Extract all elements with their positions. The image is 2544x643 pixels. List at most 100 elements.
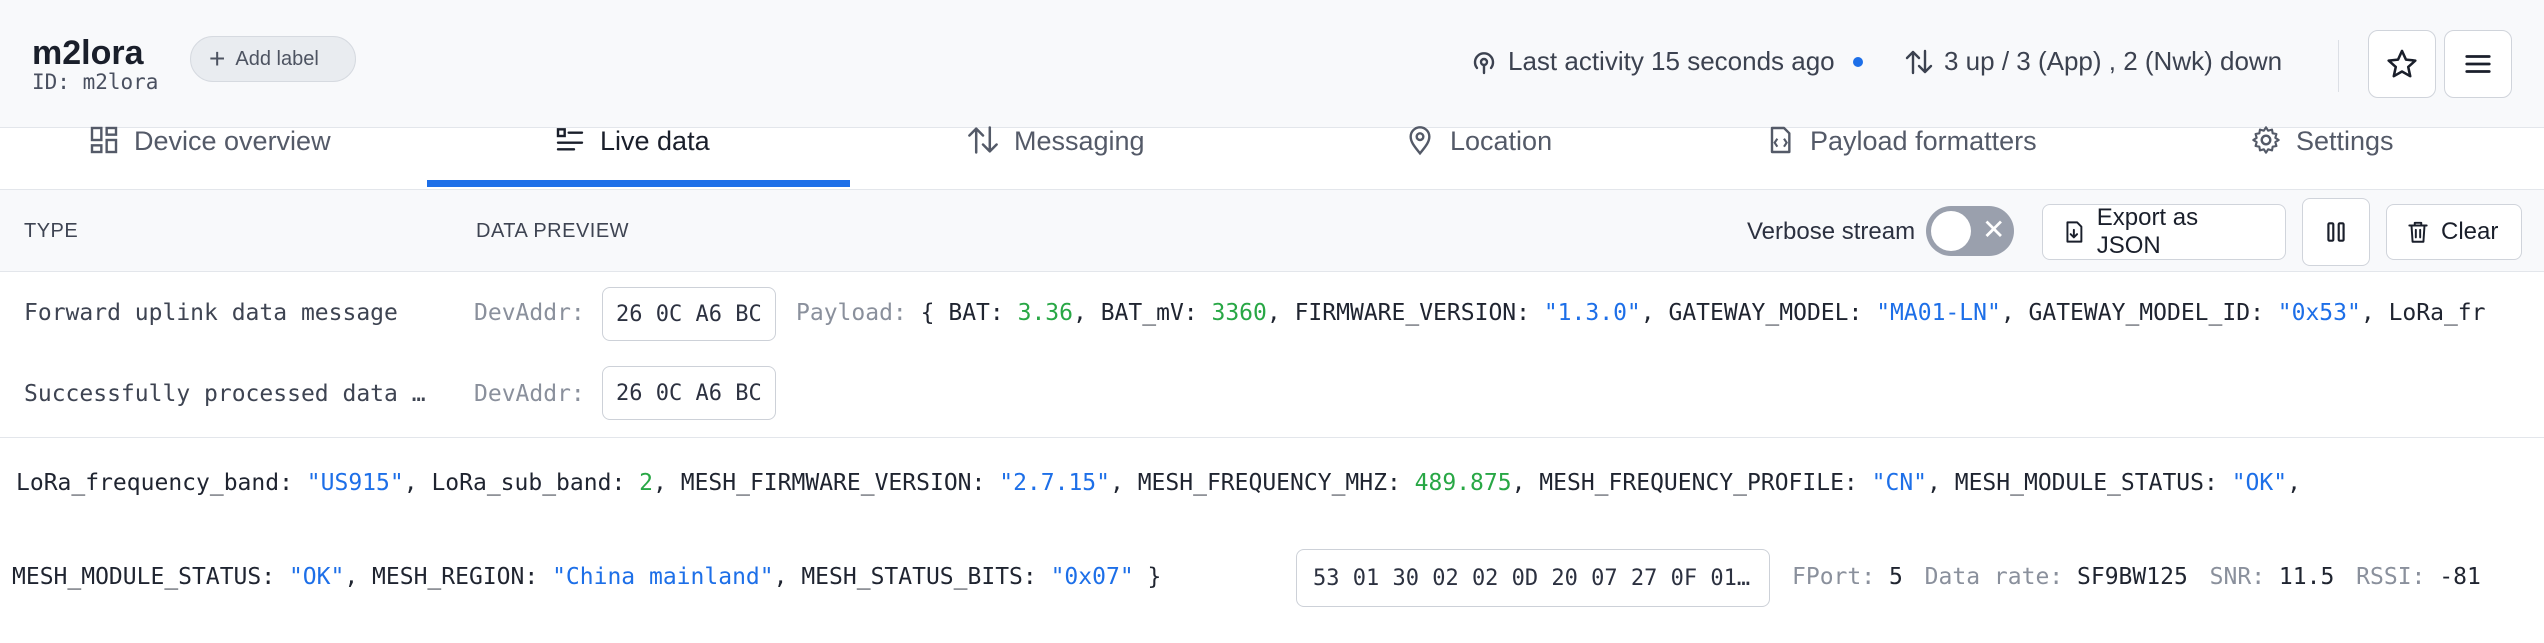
payload-separator: , — [1073, 300, 1101, 326]
pause-button[interactable] — [2302, 198, 2370, 266]
device-tabs: Device overview Live data Messaging Loca… — [0, 126, 2544, 190]
payload-separator: , — [773, 564, 802, 590]
event-type[interactable]: Successfully processed data … — [24, 381, 426, 407]
payload-preview-line1: Payload: { BAT: 3.36, BAT_mV: 3360, FIRM… — [796, 300, 2486, 326]
payload-field-value: "China mainland" — [552, 564, 774, 590]
pause-icon — [2327, 222, 2345, 242]
signal-icon — [1473, 51, 1495, 74]
uplink-metadata: FPort: 5 Data rate: SF9BW125 SNR: 11.5 R… — [1792, 564, 2481, 590]
payload-separator: , — [2360, 300, 2389, 326]
tab-location[interactable]: Location — [1404, 124, 1552, 186]
fport-key: FPort: — [1792, 564, 1876, 590]
event-type[interactable]: Forward uplink data message — [24, 300, 398, 326]
payload-separator: , — [403, 470, 432, 496]
traffic-text: 3 up / 3 (App) , 2 (Nwk) down — [1944, 46, 2283, 76]
tab-payload-formatters[interactable]: Payload formatters — [1764, 124, 2037, 186]
menu-button[interactable] — [2444, 30, 2512, 98]
star-icon — [2387, 49, 2417, 78]
payload-field-key: MESH_STATUS_BITS: — [801, 564, 1051, 590]
devaddr-value[interactable]: 26 0C A6 BC — [602, 366, 776, 420]
list-icon — [556, 128, 584, 151]
last-activity: Last activity 15 seconds ago — [1470, 46, 1863, 77]
fport-value: 5 — [1888, 564, 1903, 590]
verbose-stream-toggle[interactable]: ✕ — [1926, 206, 2014, 256]
export-json-label: Export as JSON — [2096, 204, 2199, 259]
toggle-knob — [1931, 211, 1971, 251]
tab-device-overview[interactable]: Device overview — [88, 124, 331, 186]
devaddr-value[interactable]: 26 0C A6 BC — [602, 287, 776, 341]
payload-field-key: MESH_FIRMWARE_VERSION: — [680, 470, 1000, 496]
header-divider — [2338, 40, 2339, 92]
hamburger-icon — [2465, 55, 2491, 73]
activity-dot — [1852, 56, 1863, 67]
raw-payload-hex[interactable]: 53 01 30 02 02 0D 20 07 27 0F 01… — [1296, 549, 1770, 607]
grid-icon — [90, 126, 118, 154]
column-header-type: TYPE — [24, 220, 79, 242]
tab-label: Messaging — [1014, 126, 1145, 156]
snr-key: SNR: — [2209, 564, 2266, 590]
payload-field-value: 3.36 — [1017, 300, 1073, 326]
payload-field-value: "1.3.0" — [1543, 300, 1641, 326]
tab-label: Device overview — [134, 126, 331, 156]
download-file-icon — [2066, 221, 2083, 243]
active-tab-indicator — [427, 180, 850, 187]
payload-field-key: GATEWAY_MODEL_ID: — [2028, 300, 2278, 326]
payload-separator: , — [1110, 470, 1138, 496]
payload-field-key: MESH_FREQUENCY_PROFILE: — [1539, 470, 1872, 496]
event-list — [0, 272, 2544, 438]
up-down-arrows-icon — [1905, 49, 1933, 74]
tab-label: Live data — [600, 126, 710, 156]
live-data-toolbar: TYPE DATA PREVIEW Verbose stream ✕ Expor… — [0, 190, 2544, 272]
payload-field-value: "OK" — [2231, 470, 2288, 496]
clear-button[interactable]: Clear — [2386, 204, 2522, 260]
devaddr-key: DevAddr: — [474, 300, 585, 326]
payload-preview-line3: MESH_MODULE_STATUS: "OK", MESH_REGION: "… — [12, 564, 1161, 590]
tab-label: Location — [1450, 126, 1553, 156]
datarate-value: SF9BW125 — [2077, 564, 2188, 590]
payload-field-value: 489.875 — [1414, 470, 1512, 496]
tab-label: Settings — [2296, 126, 2394, 156]
payload-separator: , — [344, 564, 373, 590]
device-header: m2lora ID: m2lora + Add label Last activ… — [0, 0, 2544, 128]
payload-field-key: BAT_mV: — [1100, 300, 1212, 326]
payload-preview-line2: LoRa_frequency_band: "US915", LoRa_sub_b… — [16, 470, 2301, 496]
payload-field-key: BAT: — [948, 300, 1018, 326]
payload-field-key: MESH_FREQUENCY_MHZ: — [1137, 470, 1415, 496]
code-file-icon — [1770, 126, 1791, 154]
payload-key: Payload: — [796, 300, 907, 326]
trash-icon — [2408, 221, 2428, 243]
payload-separator: , — [1640, 300, 1669, 326]
payload-field-key: LoRa_frequency_band: — [16, 470, 307, 496]
payload-separator: , — [2287, 470, 2301, 496]
location-pin-icon — [1409, 126, 1431, 156]
column-header-data-preview: DATA PREVIEW — [476, 220, 630, 242]
tab-label: Payload formatters — [1810, 126, 2037, 156]
payload-separator: , — [653, 470, 681, 496]
payload-separator: , — [2000, 300, 2029, 326]
payload-field-key: MESH_REGION: — [372, 564, 553, 590]
payload-field-key: GATEWAY_MODEL: — [1668, 300, 1877, 326]
payload-field-key: MESH_MODULE_STATUS: — [12, 564, 289, 590]
payload-field-value: "MA01-LN" — [1876, 300, 2001, 326]
device-name: m2lora — [32, 34, 144, 72]
traffic-counter: 3 up / 3 (App) , 2 (Nwk) down — [1904, 46, 2282, 77]
add-label-button[interactable]: + Add label — [190, 36, 356, 82]
up-down-arrows-icon — [968, 126, 998, 154]
payload-fields: BAT: 3.36, BAT_mV: 3360, FIRMWARE_VERSIO… — [948, 300, 2485, 326]
gear-icon — [2252, 126, 2280, 154]
payload-separator: , — [1266, 300, 1295, 326]
verbose-stream-label: Verbose stream — [1747, 218, 1916, 245]
payload-field-key: LoRa_sub_band: — [431, 470, 640, 496]
payload-field-value: "0x53" — [2277, 300, 2361, 326]
star-button[interactable] — [2368, 30, 2436, 98]
datarate-key: Data rate: — [1924, 564, 2064, 590]
tab-settings[interactable]: Settings — [2250, 124, 2394, 186]
tab-live-data[interactable]: Live data — [554, 124, 710, 186]
export-json-button[interactable]: Export as JSON — [2042, 204, 2286, 260]
devaddr-key: DevAddr: — [474, 381, 585, 407]
payload-field-key: LoRa_fr — [2388, 300, 2486, 326]
close-icon: ✕ — [1982, 214, 2006, 245]
rssi-key: RSSI: — [2356, 564, 2426, 590]
tab-messaging[interactable]: Messaging — [966, 124, 1145, 186]
payload-close-brace: } — [1147, 564, 1162, 590]
